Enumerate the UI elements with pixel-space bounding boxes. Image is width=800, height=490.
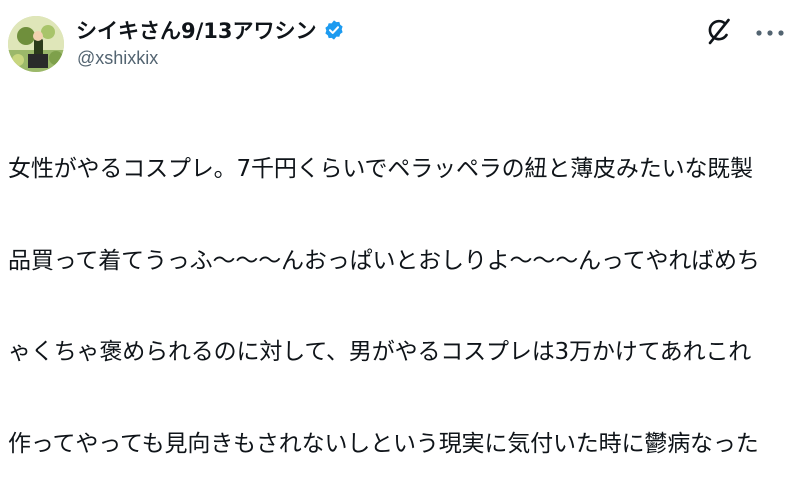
tweet-text-line: 女性がやるコスプレ。7千円くらいでペラッペラの紐と薄皮みたいな既製 bbox=[8, 156, 753, 182]
display-name[interactable]: シイキさん9/13アワシン bbox=[76, 15, 317, 45]
tweet-text-line: 品買って着てうっふ～～～んおっぱいとおしりよ～～～んってやればめち bbox=[8, 247, 760, 274]
name-row: シイキさん9/13アワシン bbox=[76, 15, 345, 45]
tweet-text-line: 作ってやっても見向きもされないしという現実に気付いた時に鬱病なった bbox=[8, 430, 759, 457]
user-handle[interactable]: @xshixkix bbox=[77, 48, 158, 69]
tweet-text-line: ゃくちゃ褒められるのに対して、男がやるコスプレは3万かけてあれこれ bbox=[8, 339, 752, 365]
tweet-text: 女性がやるコスプレ。7千円くらいでペラッペラの紐と薄皮みたいな既製 品買って着て… bbox=[8, 93, 794, 490]
verified-badge-icon bbox=[323, 19, 345, 41]
more-options-icon[interactable] bbox=[754, 24, 786, 36]
tweet-header: シイキさん9/13アワシン @xshixkix bbox=[0, 0, 800, 80]
avatar[interactable] bbox=[8, 16, 64, 72]
grok-icon[interactable] bbox=[704, 16, 734, 46]
